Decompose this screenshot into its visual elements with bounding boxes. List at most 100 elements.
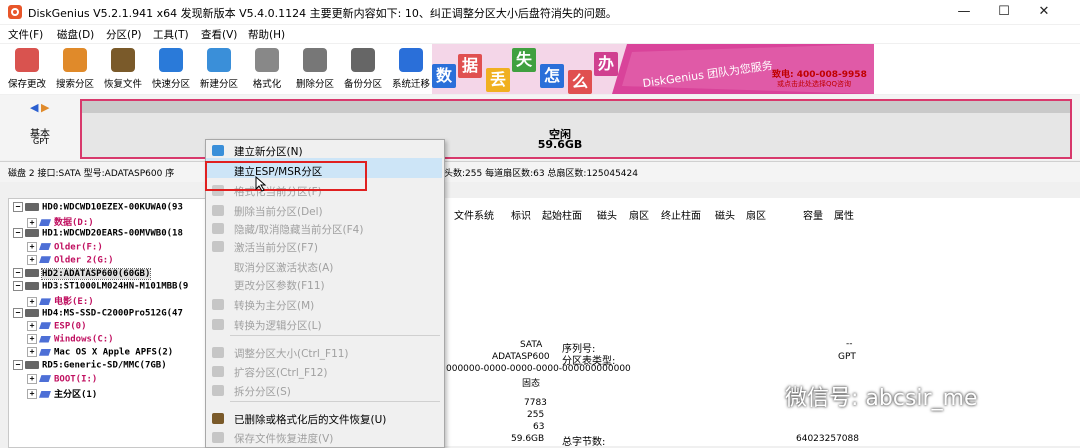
tree-partition-node[interactable]: + 主分区(1) [27, 387, 97, 400]
expand-toggle-icon[interactable]: + [27, 334, 37, 344]
context-menu-item: 删除当前分区(Del) [205, 201, 443, 221]
tree-node-label: HD4:MS-SSD-C2000Pro512G(47 [42, 308, 183, 319]
context-menu-item: 激活当前分区(F7) [205, 237, 443, 257]
context-menu-item: 拆分分区(S) [205, 381, 443, 401]
column-header[interactable]: 标识 [511, 207, 531, 222]
partition-icon [39, 335, 51, 343]
context-menu-label: 保存文件恢复进度(V) [234, 433, 334, 445]
search-icon [63, 48, 87, 72]
context-menu-label: 转换为主分区(M) [234, 300, 315, 312]
expand-toggle-icon[interactable]: + [27, 217, 37, 228]
promo-banner[interactable]: 数据丢失怎么办 DiskGenius 团队为您服务 致电: 400-008-99… [432, 44, 874, 94]
tree-node-label: HD0:WDCWD10EZEX-00KUWA0(93 [42, 202, 183, 213]
column-header[interactable]: 扇区 [746, 207, 766, 222]
menu-partition[interactable]: 分区(P) [106, 27, 142, 42]
menu-file[interactable]: 文件(F) [8, 27, 43, 42]
context-menu-label: 更改分区参数(F11) [234, 280, 325, 292]
context-menu-item[interactable]: 已删除或格式化后的文件恢复(U) [205, 409, 443, 429]
tree-partition-node[interactable]: + 电影(E:) [27, 294, 94, 307]
expand-toggle-icon[interactable]: + [27, 373, 37, 384]
context-menu-item[interactable]: 建立新分区(N) [205, 141, 443, 161]
convert-icon [212, 319, 224, 330]
tree-partition-node[interactable]: + Older 2(G:) [27, 254, 114, 268]
toolbar-button-1[interactable]: 搜索分区 [51, 44, 99, 94]
column-header[interactable]: 起始柱面 [542, 207, 582, 222]
hard-disk-icon [25, 203, 39, 211]
menu-tools[interactable]: 工具(T) [153, 27, 189, 42]
context-menu-item: 隐藏/取消隐藏当前分区(F4) [205, 219, 443, 239]
context-menu-item: 取消分区激活状态(A) [205, 257, 443, 277]
context-menu-label: 拆分分区(S) [234, 386, 291, 398]
tree-disk-node[interactable]: − HD2:ADATASP600(60GB) [13, 267, 152, 281]
tree-disk-node[interactable]: − RD5:Generic-SD/MMC(7GB) [13, 360, 167, 373]
menu-help[interactable]: 帮助(H) [248, 27, 285, 42]
expand-toggle-icon[interactable]: + [27, 320, 37, 331]
window-title: DiskGenius V5.2.1.941 x64 发现新版本 V5.4.0.1… [28, 7, 617, 20]
column-header[interactable]: 磁头 [715, 207, 735, 222]
toolbar-button-2[interactable]: 恢复文件 [99, 44, 147, 94]
menu-view[interactable]: 查看(V) [201, 27, 237, 42]
menu-disk[interactable]: 磁盘(D) [57, 27, 94, 42]
expand-toggle-icon[interactable]: − [13, 268, 23, 278]
context-menu-item: 转换为逻辑分区(L) [205, 315, 443, 335]
expand-toggle-icon[interactable]: − [13, 202, 23, 212]
banner-char: 办 [594, 52, 618, 76]
expand-toggle-icon[interactable]: − [13, 281, 23, 292]
expand-toggle-icon[interactable]: + [27, 389, 37, 400]
column-header[interactable]: 文件系统 [454, 207, 494, 222]
annotation-highlight-box [205, 161, 367, 191]
tree-disk-node[interactable]: − HD4:MS-SSD-C2000Pro512G(47 [13, 307, 183, 321]
expand-toggle-icon[interactable]: + [27, 347, 37, 358]
column-header[interactable]: 属性 [834, 207, 854, 222]
expand-toggle-icon[interactable]: + [27, 241, 37, 252]
partition-icon [39, 375, 51, 383]
new-partition-icon [207, 48, 231, 72]
toolbar-button-6[interactable]: 删除分区 [291, 44, 339, 94]
context-menu-label: 调整分区大小(Ctrl_F11) [234, 348, 349, 360]
tree-partition-node[interactable]: + Older(F:) [27, 241, 103, 255]
tree-disk-node[interactable]: − HD3:ST1000LM024HN-M101MBB(9 [13, 281, 188, 294]
delete-icon [303, 48, 327, 72]
tree-partition-node[interactable]: + ESP(0) [27, 320, 87, 334]
toolbar-button-4[interactable]: 新建分区 [195, 44, 243, 94]
next-disk-icon[interactable]: ▶ [41, 101, 49, 114]
tree-partition-node[interactable]: + Mac OS X Apple APFS(2) [27, 347, 173, 360]
context-menu-label: 建立新分区(N) [234, 146, 303, 158]
partition-size: 59.6GB [537, 138, 583, 151]
hide-icon [212, 223, 224, 234]
toolbar-button-8[interactable]: 系统迁移 [387, 44, 435, 94]
minimize-button[interactable]: — [944, 2, 984, 22]
close-button[interactable]: ✕ [1024, 2, 1064, 22]
prev-disk-icon[interactable]: ◀ [30, 101, 38, 114]
context-menu-label: 删除当前分区(Del) [234, 206, 323, 218]
activate-icon [212, 241, 224, 252]
toolbar-button-7[interactable]: 备份分区 [339, 44, 387, 94]
tree-disk-node[interactable]: − HD1:WDCWD20EARS-00MVWB0(18 [13, 228, 183, 241]
expand-toggle-icon[interactable]: + [27, 254, 37, 265]
toolbar-button-0[interactable]: 保存更改 [3, 44, 51, 94]
tree-node-label: Older 2(G:) [54, 255, 114, 266]
column-header[interactable]: 终止柱面 [661, 207, 701, 222]
tree-node-label: 主分区(1) [54, 389, 98, 400]
partition-icon [39, 219, 51, 227]
tree-partition-node[interactable]: + 数据(D:) [27, 215, 94, 228]
app-logo-icon [8, 5, 22, 19]
format-icon [255, 48, 279, 72]
toolbar-button-5[interactable]: 格式化 [243, 44, 291, 94]
column-header[interactable]: 容量 [803, 207, 823, 222]
column-header[interactable]: 磁头 [597, 207, 617, 222]
context-menu-item: 扩容分区(Ctrl_F12) [205, 362, 443, 382]
expand-toggle-icon[interactable]: − [13, 228, 23, 239]
column-header[interactable]: 扇区 [629, 207, 649, 222]
toolbar-button-3[interactable]: 快速分区 [147, 44, 195, 94]
expand-toggle-icon[interactable]: − [13, 307, 23, 318]
new-partition-icon [212, 145, 224, 156]
banner-char: 么 [568, 70, 592, 94]
tree-node-label: 电影(E:) [54, 297, 94, 308]
tree-partition-node[interactable]: + Windows(C:) [27, 334, 114, 347]
expand-toggle-icon[interactable]: − [13, 360, 23, 371]
tree-disk-node[interactable]: − HD0:WDCWD10EZEX-00KUWA0(93 [13, 202, 183, 215]
maximize-button[interactable]: ☐ [984, 2, 1024, 22]
tree-partition-node[interactable]: + BOOT(I:) [27, 373, 97, 387]
expand-toggle-icon[interactable]: + [27, 296, 37, 307]
